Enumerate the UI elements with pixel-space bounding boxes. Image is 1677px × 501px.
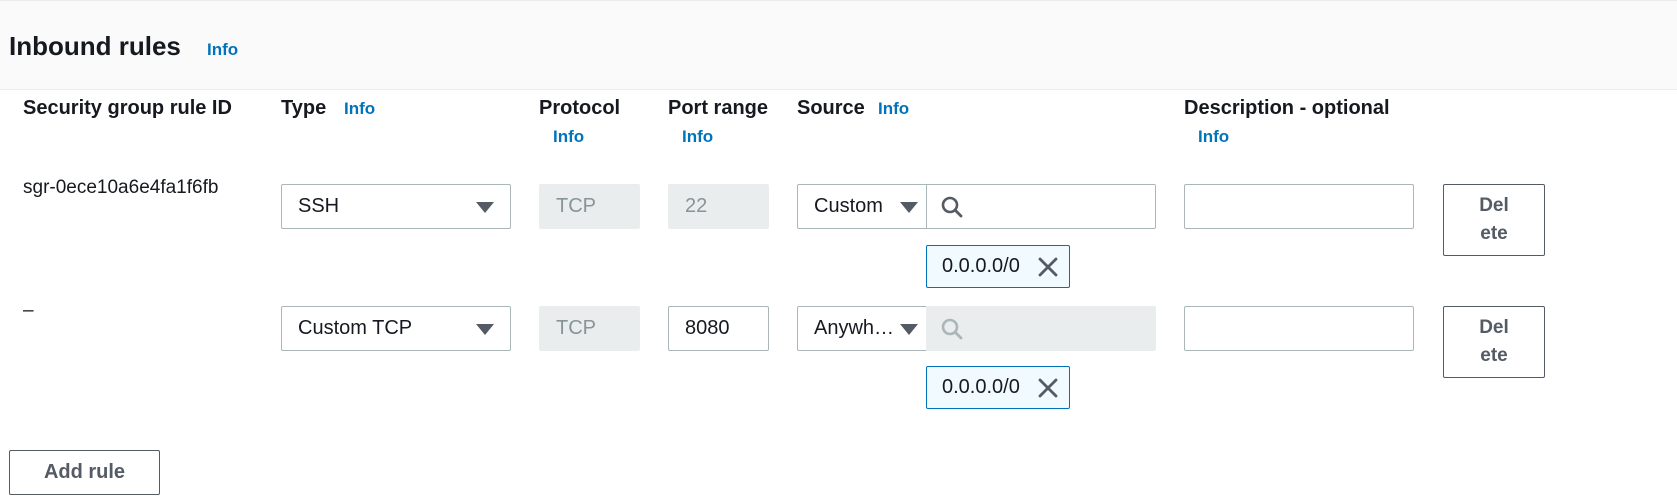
description-info-link[interactable]: Info bbox=[1198, 127, 1229, 147]
type-select-value: Custom TCP bbox=[298, 317, 413, 339]
column-header-type: Type bbox=[281, 97, 327, 119]
source-search-input bbox=[926, 306, 1156, 351]
source-select-value: Custom bbox=[814, 195, 883, 217]
rule-id: – bbox=[23, 300, 34, 321]
close-icon[interactable] bbox=[1037, 377, 1059, 399]
port-range-info-link[interactable]: Info bbox=[682, 127, 713, 147]
source-search-input[interactable] bbox=[926, 184, 1156, 229]
type-info-link[interactable]: Info bbox=[344, 99, 375, 119]
caret-down-icon bbox=[900, 324, 918, 335]
type-select-value: SSH bbox=[298, 195, 340, 217]
type-select[interactable]: Custom TCP bbox=[281, 306, 511, 351]
panel-info-link[interactable]: Info bbox=[207, 40, 238, 60]
source-token-label: 0.0.0.0/0 bbox=[942, 376, 1020, 398]
panel-header: Inbound rules Info bbox=[0, 0, 1677, 90]
type-select[interactable]: SSH bbox=[281, 184, 511, 229]
search-icon bbox=[941, 196, 963, 217]
column-header-description: Description - optional bbox=[1184, 97, 1390, 119]
panel-title: Inbound rules bbox=[9, 31, 181, 61]
source-token: 0.0.0.0/0 bbox=[926, 245, 1070, 288]
port-range-field: 22 bbox=[668, 184, 769, 229]
caret-down-icon bbox=[476, 324, 494, 335]
source-token-label: 0.0.0.0/0 bbox=[942, 255, 1020, 277]
protocol-field: TCP bbox=[539, 184, 640, 229]
delete-button[interactable]: Delete bbox=[1443, 306, 1545, 378]
search-icon bbox=[941, 318, 963, 339]
add-rule-button[interactable]: Add rule bbox=[9, 450, 160, 495]
source-token: 0.0.0.0/0 bbox=[926, 366, 1070, 409]
protocol-field: TCP bbox=[539, 306, 640, 351]
rule-id: sgr-0ece10a6e4fa1f6fb bbox=[23, 177, 219, 198]
column-header-source: Source bbox=[797, 97, 865, 119]
column-header-rule-id: Security group rule ID bbox=[23, 97, 232, 119]
column-header-protocol: Protocol bbox=[539, 97, 621, 119]
caret-down-icon bbox=[476, 202, 494, 213]
source-select[interactable]: Custom bbox=[797, 184, 927, 229]
delete-button[interactable]: Delete bbox=[1443, 184, 1545, 256]
description-input[interactable] bbox=[1184, 184, 1414, 229]
description-input[interactable] bbox=[1184, 306, 1414, 351]
port-range-input[interactable]: 8080 bbox=[668, 306, 769, 351]
port-range-value: 8080 bbox=[685, 317, 730, 339]
source-select[interactable]: Anywh… bbox=[797, 306, 927, 351]
protocol-info-link[interactable]: Info bbox=[553, 127, 584, 147]
source-select-value: Anywh… bbox=[814, 317, 895, 339]
close-icon[interactable] bbox=[1037, 256, 1059, 278]
source-info-link[interactable]: Info bbox=[878, 99, 909, 119]
column-header-port-range: Port range bbox=[668, 97, 769, 119]
caret-down-icon bbox=[900, 202, 918, 213]
